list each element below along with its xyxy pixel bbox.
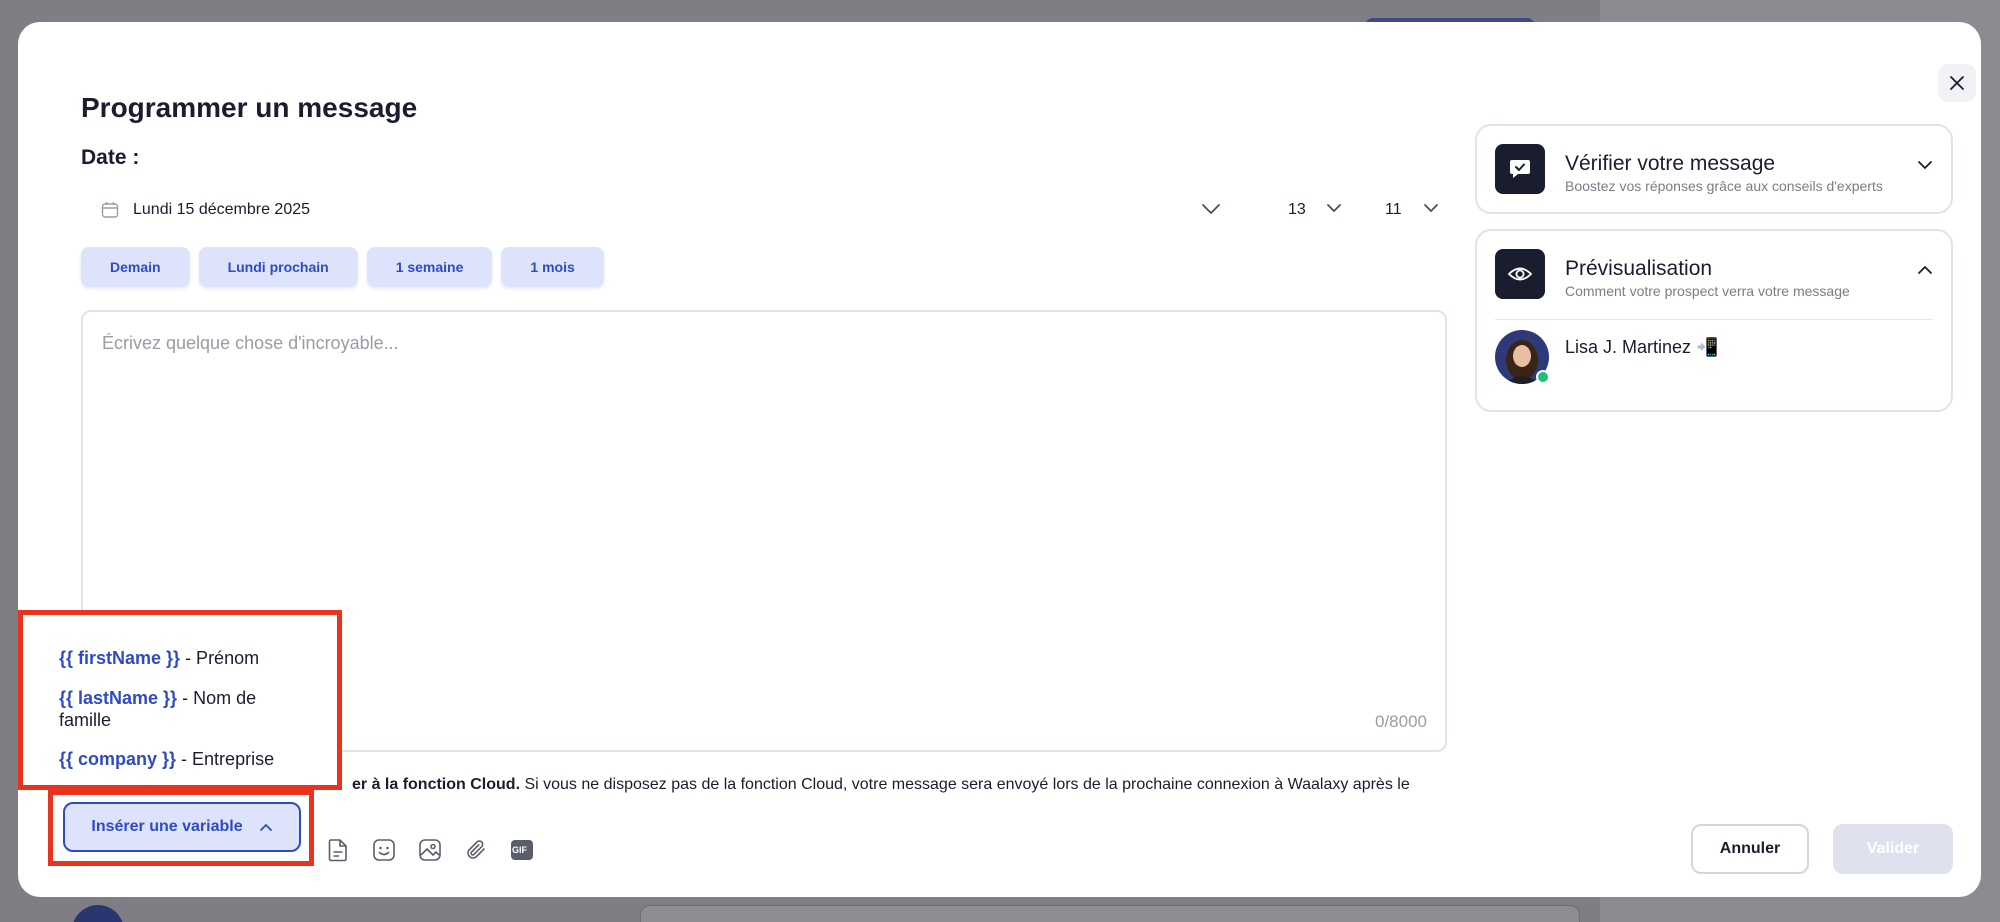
hour-value: 13 (1288, 201, 1306, 218)
contact-emoji: 📲 (1696, 337, 1719, 357)
quick-date-options: Demain Lundi prochain 1 semaine 1 mois (81, 247, 604, 287)
variable-token: {{ firstName }} (59, 648, 181, 668)
emoji-icon (373, 839, 395, 861)
quick-option-one-week[interactable]: 1 semaine (366, 247, 493, 287)
image-button[interactable] (417, 837, 443, 863)
verify-panel-header[interactable]: Vérifier votre message Boostez vos répon… (1477, 126, 1951, 212)
chevron-up-icon (1918, 265, 1932, 274)
chevron-down-icon (1327, 204, 1341, 213)
editor-placeholder: Écrivez quelque chose d'incroyable... (102, 333, 399, 353)
insert-variable-button[interactable]: Insérer une variable (63, 802, 301, 852)
close-button[interactable] (1938, 64, 1976, 102)
insert-variable-menu: {{ firstName }} - Prénom {{ lastName }} … (18, 610, 342, 790)
preview-panel-header[interactable]: Prévisualisation Comment votre prospect … (1477, 231, 1951, 317)
verify-panel-title: Vérifier votre message (1565, 152, 1776, 175)
variable-token: {{ company }} (59, 749, 177, 769)
attachment-icon (467, 840, 485, 859)
hour-select[interactable]: 13 (1276, 188, 1356, 232)
minute-select[interactable]: 11 (1373, 188, 1453, 232)
date-time-row: Lundi 15 décembre 2025 13 11 (81, 188, 1441, 232)
preview-panel: Prévisualisation Comment votre prospect … (1475, 229, 1953, 412)
cloud-notice-bold: er à la fonction Cloud. (352, 776, 521, 793)
validate-button[interactable]: Valider (1833, 824, 1953, 874)
background-input (640, 905, 1580, 922)
message-check-icon (1495, 144, 1545, 194)
insert-variable-label: Insérer une variable (91, 818, 243, 835)
image-icon (419, 839, 441, 861)
contact-name-text: Lisa J. Martinez (1565, 337, 1692, 357)
variable-option-company[interactable]: {{ company }} - Entreprise (59, 748, 319, 770)
cloud-notice: er à la fonction Cloud. Si vous ne dispo… (352, 776, 1410, 794)
online-status-dot (1536, 370, 1550, 384)
character-counter: 0/8000 (1375, 712, 1427, 731)
emoji-button[interactable] (371, 837, 397, 863)
cloud-notice-text: Si vous ne disposez pas de la fonction C… (520, 776, 1410, 793)
chevron-up-icon (259, 823, 272, 831)
chevron-down-icon (1918, 161, 1932, 170)
variable-token: {{ lastName }} (59, 688, 178, 708)
cancel-button[interactable]: Annuler (1691, 824, 1809, 874)
preview-panel-subtitle: Comment votre prospect verra votre messa… (1565, 283, 1850, 299)
gif-label: GIF (512, 845, 527, 855)
verify-panel-subtitle: Boostez vos réponses grâce aux conseils … (1565, 178, 1883, 194)
template-icon (328, 839, 347, 862)
background-avatar (72, 905, 124, 922)
verify-message-panel: Vérifier votre message Boostez vos répon… (1475, 124, 1953, 214)
variable-description: - Entreprise (176, 749, 275, 769)
chevron-down-icon (1202, 204, 1220, 215)
quick-option-tomorrow[interactable]: Demain (81, 247, 190, 287)
quick-option-next-monday[interactable]: Lundi prochain (198, 247, 358, 287)
date-value: Lundi 15 décembre 2025 (133, 201, 311, 218)
divider (1495, 319, 1933, 320)
preview-panel-title: Prévisualisation (1565, 257, 1713, 280)
variable-option-firstname[interactable]: {{ firstName }} - Prénom (59, 647, 319, 669)
variable-option-lastname[interactable]: {{ lastName }} - Nom de famille (59, 687, 289, 731)
chevron-down-icon (1424, 204, 1438, 213)
contact-name: Lisa J. Martinez 📲 (1565, 337, 1718, 358)
calendar-icon (101, 202, 119, 218)
minute-value: 11 (1385, 201, 1402, 218)
variable-description: - Prénom (180, 648, 260, 668)
close-icon (1950, 76, 1964, 90)
attachment-button[interactable] (463, 837, 489, 863)
modal-title: Programmer un message (81, 92, 418, 123)
eye-icon (1495, 249, 1545, 299)
gif-button[interactable]: GIF (509, 837, 535, 863)
quick-option-one-month[interactable]: 1 mois (501, 247, 604, 287)
date-picker[interactable]: Lundi 15 décembre 2025 (81, 188, 1231, 232)
date-label: Date : (81, 146, 140, 169)
template-button[interactable] (325, 837, 351, 863)
